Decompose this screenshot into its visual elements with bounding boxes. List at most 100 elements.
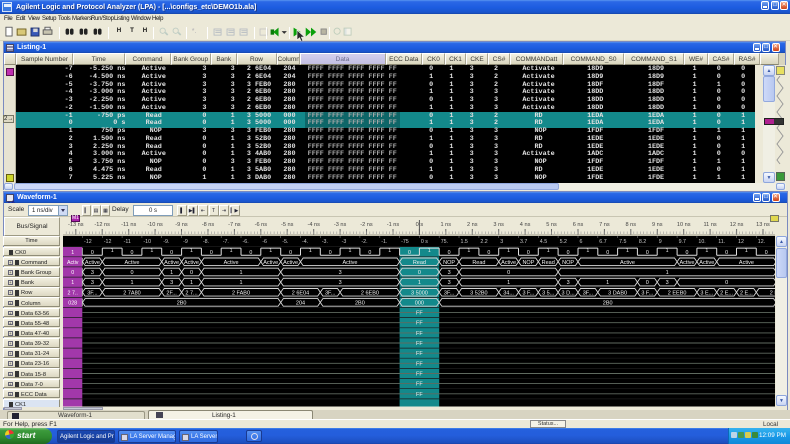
svg-text:1: 1 bbox=[745, 248, 748, 254]
svg-text:3 F...: 3 F... bbox=[641, 290, 653, 296]
svg-text:7 ns: 7 ns bbox=[599, 222, 610, 228]
svg-text:1: 1 bbox=[190, 280, 193, 286]
svg-text:-9.: -9. bbox=[163, 239, 169, 245]
svg-text:1: 1 bbox=[239, 280, 242, 286]
svg-text:1: 1 bbox=[269, 248, 272, 254]
svg-text:-2 ns: -2 ns bbox=[360, 222, 373, 228]
svg-text:1: 1 bbox=[71, 250, 74, 256]
svg-text:-6.: -6. bbox=[243, 239, 249, 245]
svg-text:Active: Active bbox=[343, 260, 358, 266]
svg-text:FF: FF bbox=[416, 331, 423, 337]
svg-text:FF: FF bbox=[416, 321, 423, 327]
svg-text:3: 3 bbox=[666, 280, 669, 286]
svg-text:Active: Active bbox=[501, 260, 516, 266]
svg-text:3: 3 bbox=[170, 280, 173, 286]
svg-text:1: 1 bbox=[626, 248, 629, 254]
svg-text:-1.: -1. bbox=[381, 239, 387, 245]
svg-text:2 E...: 2 E... bbox=[740, 290, 753, 296]
svg-text:3 5...: 3 5... bbox=[542, 290, 555, 296]
svg-text:3 ns: 3 ns bbox=[493, 222, 504, 228]
svg-text:11 ns: 11 ns bbox=[703, 222, 716, 228]
svg-text:4.5: 4.5 bbox=[540, 239, 547, 245]
svg-text:-11 ns: -11 ns bbox=[121, 222, 136, 228]
svg-text:-3.: -3. bbox=[322, 239, 328, 245]
svg-text:13 ns: 13 ns bbox=[756, 222, 770, 228]
svg-text:0: 0 bbox=[418, 270, 421, 276]
svg-text:-9: -9 bbox=[183, 239, 188, 245]
svg-text:10.: 10. bbox=[698, 239, 705, 245]
svg-text:Read: Read bbox=[413, 260, 426, 266]
svg-text:FF: FF bbox=[416, 351, 423, 357]
svg-text:2B0: 2B0 bbox=[355, 301, 365, 307]
svg-text:2 E...: 2 E... bbox=[770, 290, 775, 296]
svg-text:3 D...: 3 D... bbox=[562, 290, 576, 296]
svg-text:Active: Active bbox=[699, 260, 714, 266]
svg-text:0: 0 bbox=[130, 270, 133, 276]
svg-text:2 7...: 2 7... bbox=[185, 290, 198, 296]
svg-text:3 F...: 3 F... bbox=[522, 290, 534, 296]
svg-text:-75: -75 bbox=[401, 239, 409, 245]
svg-text:5.2: 5.2 bbox=[560, 239, 567, 245]
svg-text:7.5: 7.5 bbox=[619, 239, 626, 245]
svg-text:3F...: 3F... bbox=[583, 290, 594, 296]
svg-text:1: 1 bbox=[170, 270, 173, 276]
svg-text:-13 ns: -13 ns bbox=[68, 222, 84, 228]
svg-text:2B0: 2B0 bbox=[603, 301, 613, 307]
svg-text:3: 3 bbox=[339, 270, 342, 276]
svg-text:1.5: 1.5 bbox=[461, 239, 468, 245]
svg-text:3: 3 bbox=[448, 280, 451, 286]
svg-text:1: 1 bbox=[239, 270, 242, 276]
svg-text:FF: FF bbox=[416, 311, 423, 317]
svg-text:1: 1 bbox=[349, 248, 352, 254]
svg-text:1: 1 bbox=[111, 248, 114, 254]
svg-text:-4 ns: -4 ns bbox=[307, 222, 320, 228]
svg-text:Read: Read bbox=[472, 260, 485, 266]
svg-text:2.2: 2.2 bbox=[480, 239, 487, 245]
svg-text:1: 1 bbox=[606, 280, 609, 286]
svg-text:Active: Active bbox=[224, 260, 239, 266]
svg-text:1: 1 bbox=[547, 248, 550, 254]
svg-text:000: 000 bbox=[415, 301, 424, 307]
svg-text:-5.: -5. bbox=[282, 239, 288, 245]
svg-text:3F...: 3F... bbox=[444, 290, 455, 296]
svg-text:4 ns: 4 ns bbox=[520, 222, 531, 228]
svg-text:-2.: -2. bbox=[361, 239, 367, 245]
svg-text:0 s: 0 s bbox=[421, 239, 428, 245]
svg-text:Active: Active bbox=[263, 260, 278, 266]
svg-text:6: 6 bbox=[580, 239, 583, 245]
svg-text:FF: FF bbox=[416, 341, 423, 347]
svg-text:-12 ns: -12 ns bbox=[94, 222, 110, 228]
svg-text:-6: -6 bbox=[262, 239, 267, 245]
svg-text:9 ns: 9 ns bbox=[652, 222, 663, 228]
svg-text:-1 ns: -1 ns bbox=[387, 222, 400, 228]
svg-text:2 ns: 2 ns bbox=[467, 222, 478, 228]
svg-text:2 E...: 2 E... bbox=[720, 290, 733, 296]
svg-text:1: 1 bbox=[507, 280, 510, 286]
svg-text:0: 0 bbox=[646, 280, 649, 286]
svg-text:3: 3 bbox=[567, 280, 570, 286]
svg-text:Active: Active bbox=[125, 260, 140, 266]
svg-text:1: 1 bbox=[190, 248, 193, 254]
svg-text:12: 12 bbox=[738, 239, 744, 245]
svg-text:-11: -11 bbox=[124, 239, 131, 245]
svg-text:3: 3 bbox=[91, 270, 94, 276]
svg-text:1: 1 bbox=[71, 280, 74, 286]
svg-text:Active: Active bbox=[620, 260, 635, 266]
svg-text:2 7A80: 2 7A80 bbox=[123, 290, 140, 296]
svg-text:204: 204 bbox=[296, 301, 305, 307]
svg-text:0: 0 bbox=[507, 270, 510, 276]
svg-text:2 FAB0: 2 FAB0 bbox=[232, 290, 250, 296]
svg-text:1: 1 bbox=[388, 248, 391, 254]
svg-text:3 52B0: 3 52B0 bbox=[470, 290, 487, 296]
svg-text:75.: 75. bbox=[441, 239, 448, 245]
svg-text:Active: Active bbox=[739, 260, 754, 266]
svg-text:-10 ns: -10 ns bbox=[147, 222, 163, 228]
svg-text:FF: FF bbox=[416, 361, 423, 367]
svg-text:Active: Active bbox=[184, 260, 199, 266]
svg-text:1: 1 bbox=[230, 248, 233, 254]
svg-text:2 6E04: 2 6E04 bbox=[292, 290, 309, 296]
svg-text:-8 ns: -8 ns bbox=[202, 222, 215, 228]
svg-text:FF: FF bbox=[416, 382, 423, 388]
svg-text:FF: FF bbox=[416, 392, 423, 398]
svg-text:-8.: -8. bbox=[203, 239, 209, 245]
